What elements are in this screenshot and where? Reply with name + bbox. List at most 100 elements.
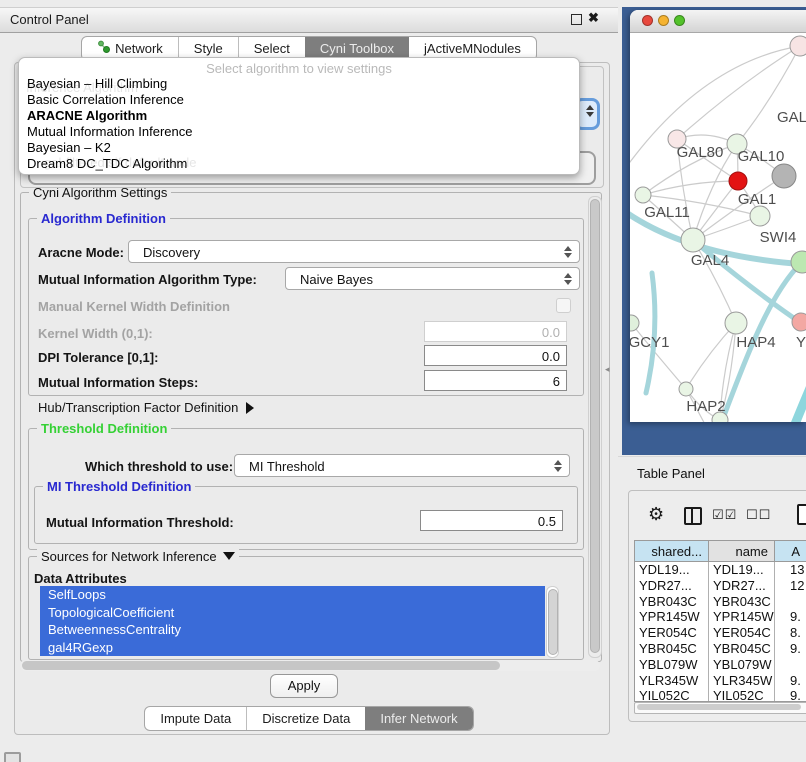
float-window-icon[interactable] xyxy=(571,14,582,25)
panel-splitter-arrow-icon[interactable]: ◂ xyxy=(605,364,610,375)
attribute-item-betweennesscentrality[interactable]: BetweennessCentrality xyxy=(40,621,545,639)
attribute-item-topologicalcoefficient[interactable]: TopologicalCoefficient xyxy=(40,604,545,622)
table-body: YDL19...YDL19...13YDR27...YDR27...12YBR0… xyxy=(635,562,806,702)
column-header-a[interactable]: A xyxy=(775,541,806,562)
aracne-mode-combo[interactable]: Discovery xyxy=(128,240,580,263)
gear-icon[interactable]: ⚙ xyxy=(648,504,664,525)
algorithm-option-dream8-dc-tdc-algorithm[interactable]: Dream8 DC_TDC Algorithm xyxy=(19,156,579,172)
tab-label: Infer Network xyxy=(380,707,457,730)
table-cell: YER054C xyxy=(709,625,775,641)
table-cell: YBR043C xyxy=(635,594,709,610)
table-header-row[interactable]: shared...nameA xyxy=(635,541,806,562)
tab-label: Discretize Data xyxy=(262,707,350,730)
network-edge xyxy=(765,365,806,422)
deselect-all-icon[interactable]: ☐☐ xyxy=(746,508,771,523)
which-threshold-combo[interactable]: MI Threshold xyxy=(234,454,570,477)
bottom-tab-bar-wrap: Impute Data Discretize Data Infer Network xyxy=(0,706,618,731)
algorithm-option-aracne-algorithm[interactable]: ARACNE Algorithm xyxy=(19,108,579,124)
algorithm-option-bayesian-k2[interactable]: Bayesian – K2 xyxy=(19,140,579,156)
tab-infer-network[interactable]: Infer Network xyxy=(365,707,472,730)
network-node-label: HAP4 xyxy=(736,334,775,351)
tab-impute-data[interactable]: Impute Data xyxy=(145,707,246,730)
close-icon[interactable]: ✖ xyxy=(588,10,599,26)
network-node[interactable] xyxy=(679,382,693,396)
network-canvas[interactable]: GALGAL80GAL10GAL1GAL11SWI4GAL4GCY1HAP4YH… xyxy=(630,33,806,422)
bottom-tab-bar: Impute Data Discretize Data Infer Network xyxy=(144,706,473,731)
table-row[interactable]: YIL052CYIL052C9. xyxy=(635,688,806,702)
kernel-width-field[interactable]: 0.0 xyxy=(424,321,567,342)
table-cell: YBR045C xyxy=(709,641,775,657)
tab-discretize-data[interactable]: Discretize Data xyxy=(246,707,365,730)
attribute-item-gal4rgexp[interactable]: gal4RGexp xyxy=(40,639,545,657)
mi-algorithm-type-combo[interactable]: Naive Bayes xyxy=(285,267,580,290)
table-cell: 9. xyxy=(775,688,806,702)
table-row[interactable]: YBL079WYBL079W xyxy=(635,657,806,673)
which-threshold-label: Which threshold to use: xyxy=(85,459,233,474)
algorithm-dropdown-prompt: Select algorithm to view settings xyxy=(19,58,579,76)
attribute-item-selfloops[interactable]: SelfLoops xyxy=(40,586,545,604)
table-cell: 13 xyxy=(775,562,806,578)
mi-steps-field[interactable]: 6 xyxy=(424,370,567,391)
algorithm-option-mutual-information-inference[interactable]: Mutual Information Inference xyxy=(19,124,579,140)
table-cell: 8. xyxy=(775,625,806,641)
network-node[interactable] xyxy=(772,164,796,188)
table-row[interactable]: YDL19...YDL19...13 xyxy=(635,562,806,578)
table-cell: YBR043C xyxy=(709,594,775,610)
network-node[interactable] xyxy=(790,36,806,56)
table-row[interactable]: YDR27...YDR27...12 xyxy=(635,578,806,594)
mac-minimize-icon[interactable] xyxy=(658,15,669,26)
table-row[interactable]: YBR045CYBR045C9. xyxy=(635,641,806,657)
table-row[interactable]: YBR043CYBR043C xyxy=(635,594,806,610)
document-icon[interactable] xyxy=(797,504,806,525)
network-window-titlebar[interactable] xyxy=(630,10,806,33)
table-cell: 9. xyxy=(775,609,806,625)
mac-zoom-icon[interactable] xyxy=(674,15,685,26)
network-view-window[interactable]: GALGAL80GAL10GAL1GAL11SWI4GAL4GCY1HAP4YH… xyxy=(630,10,806,422)
data-attributes-list[interactable]: SelfLoopsTopologicalCoefficientBetweenne… xyxy=(40,586,545,656)
table-row[interactable]: YLR345WYLR345W9. xyxy=(635,673,806,689)
table-cell: YLR345W xyxy=(635,673,709,689)
network-node[interactable] xyxy=(635,187,651,203)
table-row[interactable]: YPR145WYPR145W9. xyxy=(635,609,806,625)
table-row[interactable]: YER054CYER054C8. xyxy=(635,625,806,641)
settings-vertical-scrollbar[interactable] xyxy=(588,196,602,658)
apply-button[interactable]: Apply xyxy=(270,674,338,698)
table-cell: YDL19... xyxy=(635,562,709,578)
mi-threshold-field[interactable]: 0.5 xyxy=(420,510,563,531)
column-header-shared[interactable]: shared... xyxy=(635,541,709,562)
hub-definition-toggle[interactable]: Hub/Transcription Factor Definition xyxy=(38,400,254,415)
algorithm-option-basic-correlation-inference[interactable]: Basic Correlation Inference xyxy=(19,92,579,108)
table-horizontal-scrollbar[interactable] xyxy=(634,702,806,714)
table-cell: YER054C xyxy=(635,625,709,641)
column-header-name[interactable]: name xyxy=(709,541,775,562)
dpi-tolerance-field[interactable]: 0.0 xyxy=(424,345,567,366)
network-node[interactable] xyxy=(681,228,705,252)
attributes-scrollbar[interactable] xyxy=(546,586,559,658)
network-node[interactable] xyxy=(725,312,747,334)
select-all-icon[interactable]: ☑☑ xyxy=(712,508,737,523)
network-node-label: GAL10 xyxy=(738,148,785,165)
network-node[interactable] xyxy=(729,172,747,190)
mac-close-icon[interactable] xyxy=(642,15,653,26)
mi-threshold-definition-title: MI Threshold Definition xyxy=(43,479,195,494)
collapse-down-icon xyxy=(223,552,235,560)
table-cell: YDR27... xyxy=(635,578,709,594)
network-node-label: GAL80 xyxy=(677,144,724,161)
network-node[interactable] xyxy=(750,206,770,226)
algorithm-option-bayesian-hill-climbing[interactable]: Bayesian – Hill Climbing xyxy=(19,76,579,92)
settings-horizontal-scrollbar[interactable] xyxy=(20,660,600,671)
minimized-panel-icon[interactable] xyxy=(4,752,21,762)
table-cell: YIL052C xyxy=(709,688,775,702)
manual-kernel-width-checkbox[interactable] xyxy=(556,298,571,313)
network-node-label: GAL4 xyxy=(691,252,729,269)
tab-label: Impute Data xyxy=(160,707,231,730)
mi-algorithm-type-label: Mutual Information Algorithm Type: xyxy=(38,272,257,287)
network-node[interactable] xyxy=(792,313,806,331)
network-node-label: Y xyxy=(796,334,806,351)
sources-title[interactable]: Sources for Network Inference xyxy=(37,549,239,564)
aracne-mode-value: Discovery xyxy=(143,245,200,260)
threshold-definition-title: Threshold Definition xyxy=(37,421,171,436)
network-node[interactable] xyxy=(630,315,639,331)
columns-icon[interactable] xyxy=(684,507,702,525)
network-node-label: SWI4 xyxy=(760,229,797,246)
